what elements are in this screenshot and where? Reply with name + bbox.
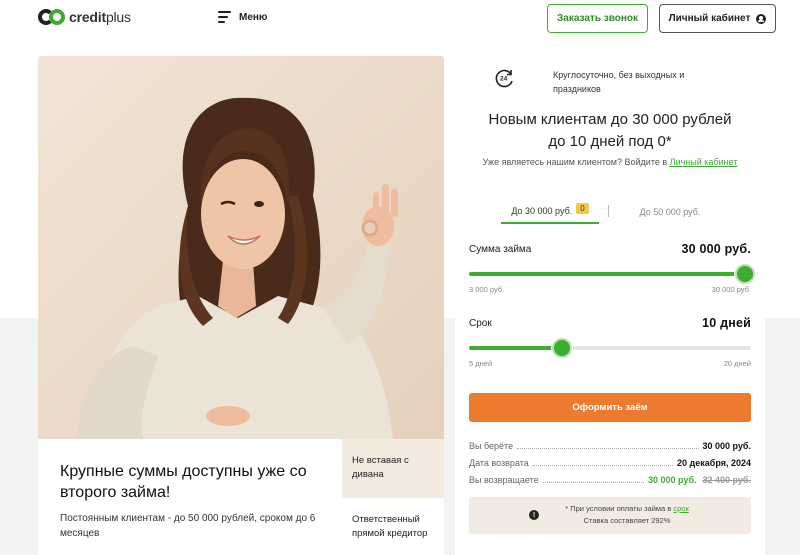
summary-value: 30 000 руб.: [700, 440, 751, 451]
amount-min-label: 3 000 руб.: [469, 285, 505, 294]
summary-label: Вы берёте: [469, 440, 516, 451]
loan-summary: Вы берёте 30 000 руб. Дата возврата 20 д…: [469, 437, 751, 488]
offer-line-2: до 10 дней под 0*: [548, 133, 672, 150]
summary-row-take: Вы берёте 30 000 руб.: [469, 437, 751, 454]
menu-icon: [218, 11, 231, 23]
tab-up-to-50000[interactable]: До 50 000 руб.: [625, 200, 715, 224]
svg-text:24: 24: [500, 76, 508, 83]
offer-line-1: Новым клиентам до 30 000 рублей: [488, 111, 732, 128]
term-slider-handle[interactable]: [552, 338, 573, 358]
cabinet-link[interactable]: Личный кабинет: [670, 157, 738, 167]
tab-up-to-30000[interactable]: До 30 000 руб. 0: [501, 200, 599, 224]
term-slider-fill: [469, 346, 563, 350]
summary-value-group: 30 000 руб. 32 400 руб.: [646, 474, 751, 485]
amount-slider-track[interactable]: [469, 272, 751, 276]
user-icon: [756, 13, 767, 24]
term-slider-track[interactable]: [469, 346, 751, 350]
promo-card: Крупные суммы доступны уже со второго за…: [38, 439, 342, 555]
apply-loan-button[interactable]: Оформить заём: [469, 393, 751, 422]
pay-old-value: 32 400 руб.: [702, 474, 751, 485]
amount-label: Сумма займа: [469, 244, 532, 255]
tab-label: До 30 000 руб.: [511, 206, 573, 216]
term-max-label: 20 дней: [723, 359, 751, 368]
summary-row-return-date: Дата возврата 20 декабря, 2024: [469, 454, 751, 471]
client-note-text: Уже являетесь нашим клиентом? Войдите в: [482, 157, 670, 167]
loan-calculator-panel: 24 Круглосуточно, без выходных и праздни…: [455, 56, 765, 555]
feature-tile-lender: Ответственный прямой кредитор: [342, 497, 444, 555]
logo-text: creditplus: [69, 9, 131, 25]
amount-slider-fill: [469, 272, 751, 276]
promo-title: Крупные суммы доступны уже со второго за…: [60, 463, 307, 501]
menu-label: Меню: [239, 11, 268, 23]
feature-tiles: Не вставая с дивана Ответственный прямой…: [342, 439, 444, 555]
summary-label: Вы возвращаете: [469, 474, 541, 485]
terms-notice: ! * При условии оплаты займа в срок Став…: [469, 497, 751, 534]
site-header: creditplus Меню Заказать звонок Личный к…: [0, 0, 800, 38]
logo[interactable]: creditplus: [38, 9, 131, 25]
summary-label: Дата возврата: [469, 457, 531, 468]
notice-text: * При условии оплаты займа в срок Ставка…: [565, 504, 689, 525]
amount-value: 30 000 руб.: [681, 242, 751, 256]
term-value: 10 дней: [702, 316, 751, 330]
clock-24-icon: 24: [495, 69, 513, 88]
feature-tile-home: Не вставая с дивана: [342, 439, 444, 497]
amount-max-label: 30 000 руб.: [711, 285, 751, 294]
term-min-label: 5 дней: [469, 359, 493, 368]
promo-text: Постоянным клиентам - до 50 000 рублей, …: [60, 513, 316, 539]
offer-headline: Новым клиентам до 30 000 рублей до 10 дн…: [455, 109, 765, 153]
client-note: Уже являетесь нашим клиентом? Войдите в …: [455, 157, 765, 167]
personal-cabinet-label: Личный кабинет: [668, 13, 751, 24]
term-link[interactable]: срок: [673, 504, 688, 513]
info-icon: !: [529, 510, 539, 520]
tab-divider: [608, 205, 609, 217]
logo-icon: [38, 9, 66, 25]
woman-ok-gesture-photo: [78, 97, 398, 439]
summary-row-pay: Вы возвращаете 30 000 руб. 32 400 руб.: [469, 471, 751, 488]
hero-image: [38, 56, 444, 439]
personal-cabinet-button[interactable]: Личный кабинет: [659, 4, 776, 33]
amount-slider-handle[interactable]: [735, 264, 755, 284]
amount-tabs: До 30 000 руб. 0 До 50 000 руб.: [469, 200, 765, 226]
pay-value: 30 000 руб.: [648, 474, 697, 485]
tab-badge: 0: [576, 202, 589, 214]
menu-button[interactable]: Меню: [218, 11, 267, 23]
term-label: Срок: [469, 318, 492, 329]
availability-text: Круглосуточно, без выходных и праздников: [553, 70, 685, 94]
order-call-button[interactable]: Заказать звонок: [547, 4, 648, 33]
summary-value: 20 декабря, 2024: [675, 457, 751, 468]
